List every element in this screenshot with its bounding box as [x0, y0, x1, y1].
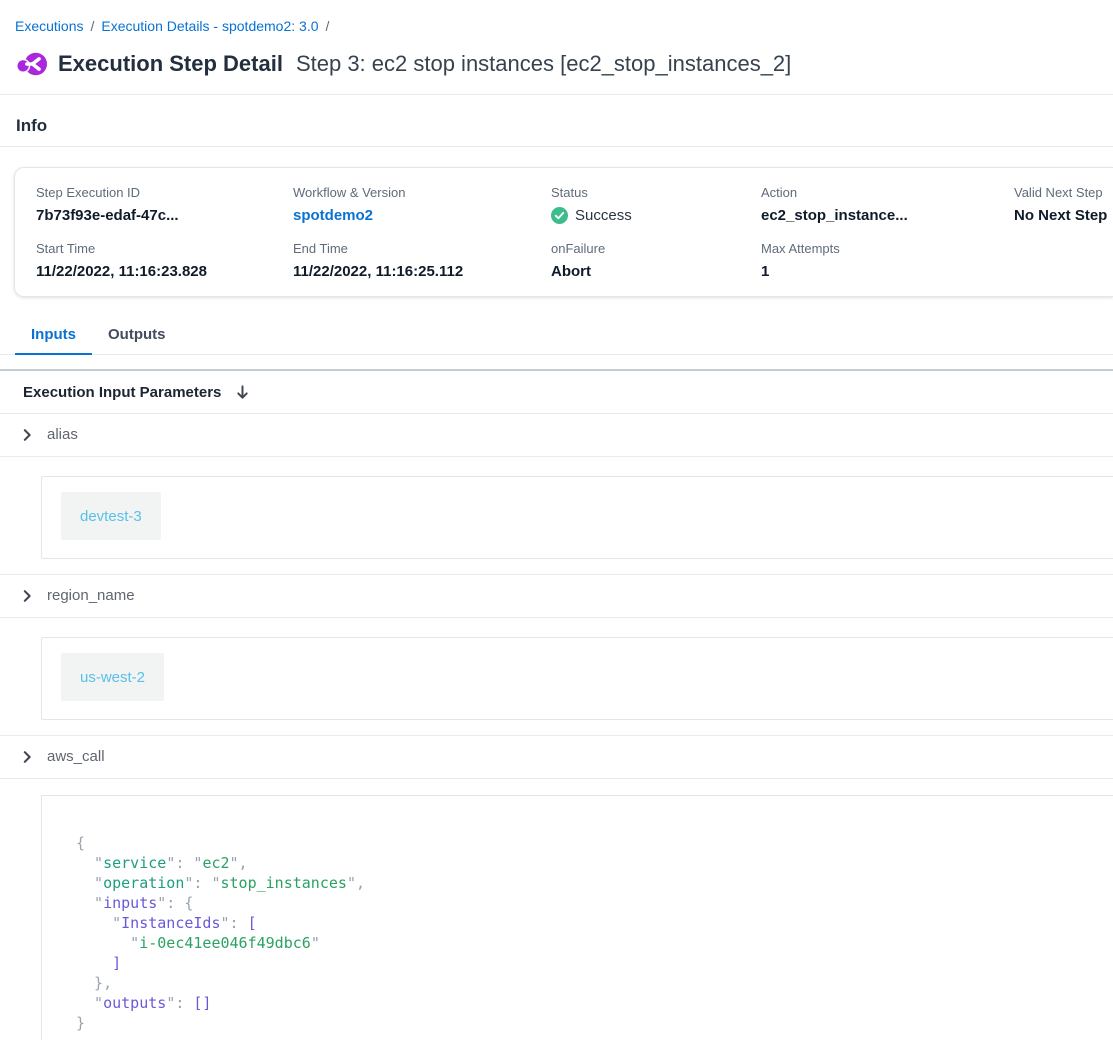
field-label: Max Attempts [761, 241, 1014, 256]
workflow-logo-icon [17, 49, 47, 79]
sections: alias devtest-3 region_name us-west-2 aws_ca… [0, 414, 1113, 1040]
field-label: Valid Next Step [1014, 185, 1113, 200]
page-subtitle: Step 3: ec2 stop instances [ec2_stop_ins… [296, 51, 791, 77]
breadcrumb: Executions / Execution Details - spotdemo2… [0, 0, 1113, 36]
breadcrumb-link[interactable]: Executions [15, 18, 83, 34]
code-line: "service": "ec2", [76, 853, 1113, 873]
section-alias: alias devtest-3 [0, 414, 1113, 559]
success-icon [551, 207, 568, 224]
field-label: Workflow & Version [293, 185, 551, 200]
info-section-heading: Info [0, 95, 1113, 147]
field-label: End Time [293, 241, 551, 256]
field-label: Action [761, 185, 1014, 200]
info-field-step-execution-id: Step Execution ID 7b73f93e-edaf-47c... [36, 185, 293, 224]
chevron-right-icon [20, 750, 34, 764]
breadcrumb-separator: / [326, 18, 330, 34]
code-line: "i-0ec41ee046f49dbc6" [76, 933, 1113, 953]
code-line: "InstanceIds": [ [76, 913, 1113, 933]
status-text: Success [575, 207, 632, 224]
tab-outputs[interactable]: Outputs [92, 317, 182, 354]
page-title: Execution Step Detail [58, 51, 283, 77]
info-card-grid: Step Execution ID 7b73f93e-edaf-47c...Wor… [36, 185, 1113, 280]
tab-inputs[interactable]: Inputs [15, 317, 92, 354]
info-field-action: Action ec2_stop_instance... [761, 185, 1014, 224]
code-line: { [76, 833, 1113, 853]
value-chip: us-west-2 [61, 653, 164, 701]
code-line: "operation": "stop_instances", [76, 873, 1113, 893]
json-code-block: { "service": "ec2", "operation": "stop_i… [41, 795, 1113, 1040]
code-line: ] [76, 953, 1113, 973]
parameters-title: Execution Input Parameters [23, 384, 221, 401]
sort-descending-icon[interactable] [235, 384, 250, 401]
info-field-end-time: End Time 11/22/2022, 11:16:25.112 [293, 241, 551, 280]
field-label: onFailure [551, 241, 761, 256]
field-value[interactable]: spotdemo2 [293, 207, 551, 224]
parameters-header: Execution Input Parameters [0, 371, 1113, 414]
section-aws_call: aws_call { "service": "ec2", "operation":… [0, 735, 1113, 1040]
field-value: 7b73f93e-edaf-47c... [36, 207, 293, 224]
section-toggle-aws_call[interactable]: aws_call [0, 735, 1113, 779]
page-header: Execution Step Detail Step 3: ec2 stop i… [0, 36, 1113, 95]
code-line: } [76, 1013, 1113, 1033]
field-label: Start Time [36, 241, 293, 256]
tabs: InputsOutputs [0, 317, 1113, 355]
field-value: No Next Step [1014, 207, 1113, 224]
field-value: 11/22/2022, 11:16:25.112 [293, 263, 551, 280]
info-field-valid-next-step: Valid Next Step No Next Step [1014, 185, 1113, 224]
section-toggle-alias[interactable]: alias [0, 414, 1113, 457]
code-line: }, [76, 973, 1113, 993]
chevron-right-icon [20, 428, 34, 442]
section-toggle-region_name[interactable]: region_name [0, 574, 1113, 618]
field-value: Success [551, 207, 761, 224]
info-field-workflow-version: Workflow & Version spotdemo2 [293, 185, 551, 224]
section-label: alias [47, 426, 78, 443]
field-value: Abort [551, 263, 761, 280]
value-chip: devtest-3 [61, 492, 161, 540]
info-field-status: Status Success [551, 185, 761, 224]
breadcrumb-separator: / [90, 18, 94, 34]
field-value: 11/22/2022, 11:16:23.828 [36, 263, 293, 280]
info-field-start-time: Start Time 11/22/2022, 11:16:23.828 [36, 241, 293, 280]
info-field-max-attempts: Max Attempts 1 [761, 241, 1014, 280]
field-value: 1 [761, 263, 1014, 280]
section-content-region_name: us-west-2 [41, 637, 1113, 720]
field-label: Step Execution ID [36, 185, 293, 200]
field-value: ec2_stop_instance... [761, 207, 1014, 224]
info-field-onfailure: onFailure Abort [551, 241, 761, 280]
section-region_name: region_name us-west-2 [0, 574, 1113, 720]
chevron-right-icon [20, 589, 34, 603]
section-content-alias: devtest-3 [41, 476, 1113, 559]
breadcrumb-link[interactable]: Execution Details - spotdemo2: 3.0 [101, 18, 318, 34]
code-line: "inputs": { [76, 893, 1113, 913]
info-card: Step Execution ID 7b73f93e-edaf-47c...Wor… [14, 167, 1113, 297]
field-label: Status [551, 185, 761, 200]
section-label: aws_call [47, 748, 105, 765]
section-label: region_name [47, 587, 135, 604]
code-line: "outputs": [] [76, 993, 1113, 1013]
